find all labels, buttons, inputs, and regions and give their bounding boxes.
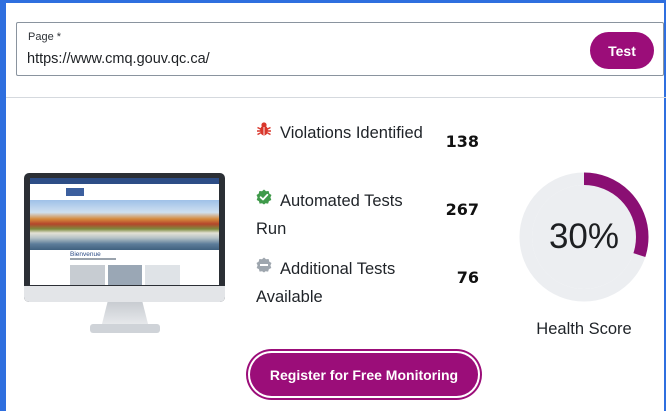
preview-subtext [70, 258, 116, 260]
page-url-field[interactable]: Page * Test [16, 22, 664, 76]
stat-label: Violations Identified [280, 124, 423, 142]
stat-label: Automated Tests Run [256, 192, 403, 238]
preview-hero-image [30, 200, 219, 250]
section-divider [6, 97, 666, 98]
preview-logo [66, 188, 84, 196]
website-screenshot: Bienvenue [30, 178, 219, 285]
stat-value: 267 [445, 200, 479, 219]
test-button[interactable]: Test [590, 32, 654, 69]
page-url-input[interactable] [27, 48, 567, 70]
monitor-base [90, 324, 160, 333]
preview-header [30, 184, 219, 200]
monitor-chin [24, 286, 225, 302]
window-top-border [0, 0, 666, 3]
stat-value: 138 [445, 132, 479, 151]
stat-automated-tests: Automated Tests Run 267 [256, 187, 486, 243]
stat-additional-tests: Additional Tests Available 76 [256, 255, 486, 311]
stat-label: Additional Tests Available [256, 260, 396, 306]
health-score-gauge: 30% [519, 172, 649, 302]
monitor-neck [102, 302, 148, 324]
stat-value: 76 [456, 268, 479, 287]
register-monitoring-button[interactable]: Register for Free Monitoring [250, 353, 478, 396]
preview-cards [70, 265, 181, 285]
health-score-label: Health Score [536, 320, 632, 338]
page-url-label: Page * [28, 31, 62, 43]
health-score-value: 30% [548, 217, 620, 256]
preview-heading: Bienvenue [70, 251, 101, 258]
stat-violations: Violations Identified 138 [256, 119, 486, 175]
window-left-border [0, 0, 6, 411]
website-preview-monitor: Bienvenue [24, 173, 225, 336]
